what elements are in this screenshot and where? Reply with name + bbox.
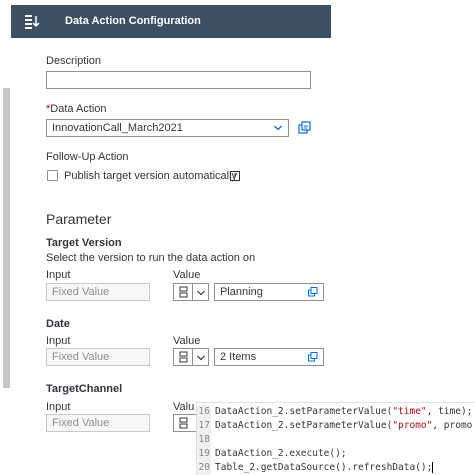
code-line: 19 DataAction_2.execute(); [197,447,347,461]
value-help-icon[interactable] [308,287,318,297]
script-editor[interactable]: 16 DataAction_2.setParameterValue("time",… [196,402,474,475]
dimension-icon [179,417,188,429]
data-action-label-text: Data Action [50,103,107,115]
code-text: DataAction_2.execute(); [215,448,347,459]
code-line: 16 DataAction_2.setParameterValue("time",… [197,405,472,419]
parameter-section-title: Parameter [46,211,112,227]
dimension-icon [179,286,188,298]
description-label: Description [46,55,102,67]
data-action-list-icon [25,15,40,29]
code-text: DataAction_2.setParameterValue( [215,406,393,417]
target-version-value: Planning [220,286,263,298]
target-version-input-field: Fixed Value [46,283,150,301]
line-number: 16 [197,405,211,419]
chevron-down-icon[interactable] [274,124,282,132]
chevron-down-icon [197,290,205,296]
target-channel-mode-button[interactable] [173,414,196,432]
target-version-input-label: Input [46,269,71,281]
target-version-value-label: Value [173,269,201,281]
description-input[interactable] [46,71,311,89]
data-action-value: InnovationCall_March2021 [52,122,183,134]
panel-header: Data Action Configuration [11,5,331,38]
text-cursor [432,462,434,473]
chevron-down-icon [197,355,205,361]
code-text: , promo); [432,420,474,431]
target-version-title: Target Version [46,237,122,249]
code-line: 18 [197,433,215,447]
info-icon[interactable]: i [230,171,240,181]
code-text: , time); [426,406,473,417]
date-value-field[interactable]: 2 Items [214,348,324,366]
line-number: 18 [197,433,211,447]
data-action-select[interactable]: InnovationCall_March2021 [46,119,289,137]
code-text: DataAction_2.setParameterValue( [215,420,393,431]
code-string: "time" [392,406,427,417]
date-title: Date [46,318,70,330]
target-channel-input-label: Input [46,401,71,413]
code-string: "promo" [392,420,433,431]
dimension-icon [179,351,188,363]
line-number: 20 [197,461,211,475]
date-input-field: Fixed Value [46,348,150,366]
code-line: 20 Table_2.getDataSource().refreshData(); [197,461,434,475]
follow-up-label: Follow-Up Action [46,151,129,163]
date-value: 2 Items [220,351,257,363]
target-channel-input-field: Fixed Value [46,414,150,432]
target-version-hint: Select the version to run the data actio… [46,252,256,264]
date-mode-button[interactable] [173,348,209,366]
value-help-icon[interactable] [308,352,318,362]
date-value-label: Value [173,335,201,347]
sidebar-scrollbar[interactable] [3,88,10,388]
target-version-mode-button[interactable] [173,283,209,301]
target-version-value-field[interactable]: Planning [214,283,324,301]
target-channel-title: TargetChannel [46,383,123,395]
date-input-label: Input [46,335,71,347]
target-channel-value-label: Valu [173,401,195,413]
line-number: 19 [197,447,211,461]
publish-checkbox-label: Publish target version automatically [64,170,238,182]
panel-title: Data Action Configuration [65,15,201,27]
data-action-label: *Data Action [46,103,107,115]
line-number: 17 [197,419,211,433]
code-line: 17 DataAction_2.setParameterValue("promo"… [197,419,474,433]
code-text: Table_2.getDataSource().refreshData(); [215,462,433,473]
publish-checkbox[interactable] [47,170,58,181]
open-data-action-icon[interactable] [298,121,312,135]
